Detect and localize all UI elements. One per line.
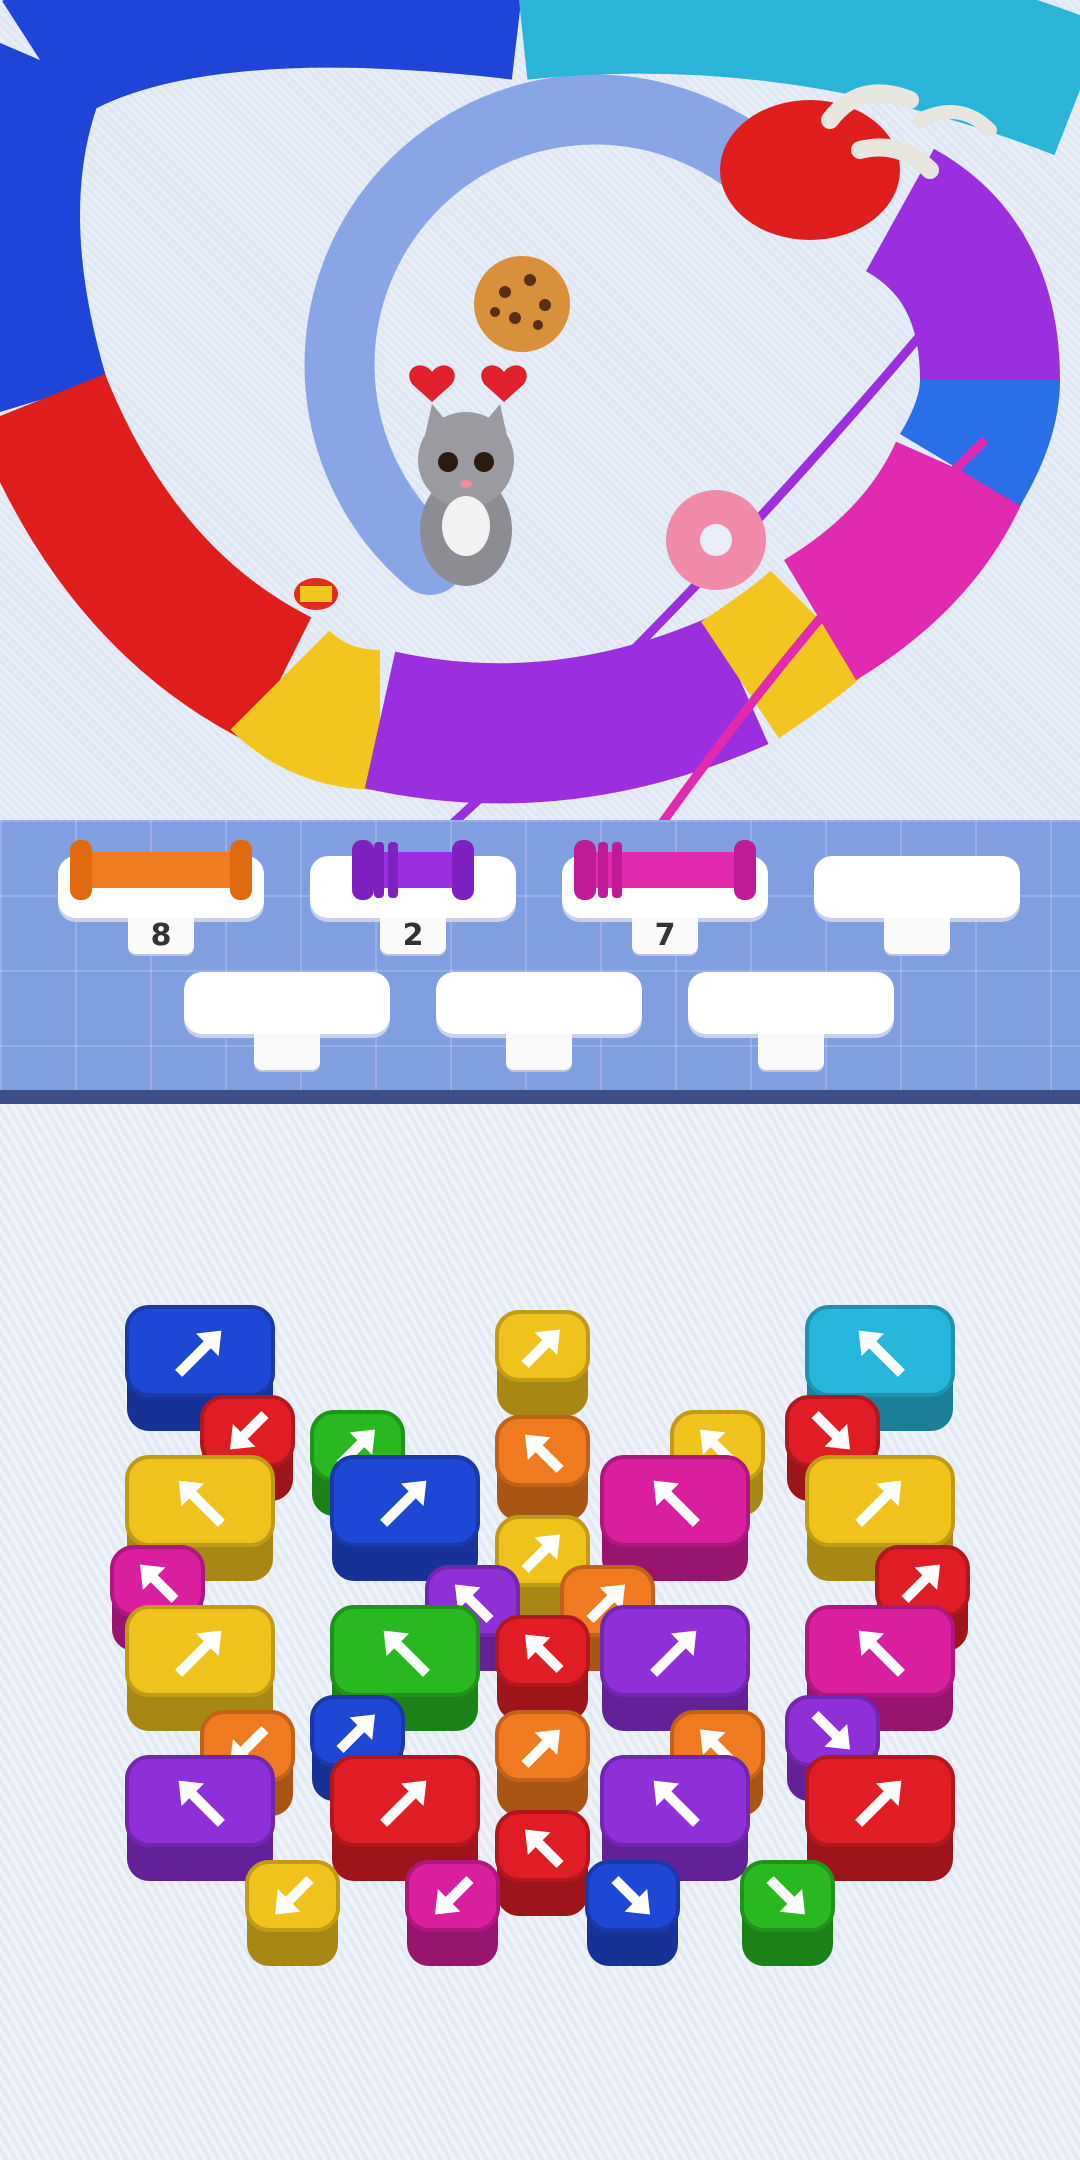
dragon-track <box>0 0 1080 843</box>
pink-spool[interactable] <box>570 832 760 908</box>
game-board <box>0 0 1080 843</box>
slot-6-count <box>506 1034 572 1070</box>
slot-4[interactable] <box>814 856 1020 918</box>
slot-2-count: 2 <box>380 918 446 954</box>
dragon-segment-yellow <box>230 628 383 790</box>
slot-6[interactable] <box>436 972 642 1034</box>
kitten-icon[interactable] <box>418 404 514 586</box>
candy-icon[interactable] <box>294 578 338 610</box>
donut-icon[interactable] <box>666 490 766 590</box>
slot-5[interactable] <box>184 972 390 1034</box>
cookie-icon[interactable] <box>474 256 570 352</box>
spool-tile-green[interactable] <box>740 1860 835 1970</box>
slot-7-count <box>758 1034 824 1070</box>
spool-tile-red[interactable] <box>495 1810 590 1920</box>
spool-tile-red[interactable] <box>495 1615 590 1725</box>
spool-tile-orange[interactable] <box>495 1415 590 1525</box>
dragon-segment-blue <box>2 0 522 120</box>
heart-icon <box>409 365 527 402</box>
spool-tile-pink[interactable] <box>405 1860 500 1970</box>
spool-tile-yellow[interactable] <box>245 1860 340 1970</box>
spool-tile-yellow[interactable] <box>495 1310 590 1420</box>
dragon-segment-red <box>0 373 313 743</box>
orange-spool[interactable] <box>66 832 256 908</box>
purple-spool[interactable] <box>348 832 478 908</box>
spool-tile-blue[interactable] <box>585 1860 680 1970</box>
slot-4-count <box>884 918 950 954</box>
slot-7[interactable] <box>688 972 894 1034</box>
dragon-segment-purple-2 <box>864 148 1060 382</box>
slot-3-count: 7 <box>632 918 698 954</box>
slot-1-count: 8 <box>128 918 194 954</box>
tray-edge <box>0 1090 1080 1104</box>
dragon-segment-blue-2 <box>0 42 108 412</box>
spool-tile-orange[interactable] <box>495 1710 590 1820</box>
slot-5-count <box>254 1034 320 1070</box>
